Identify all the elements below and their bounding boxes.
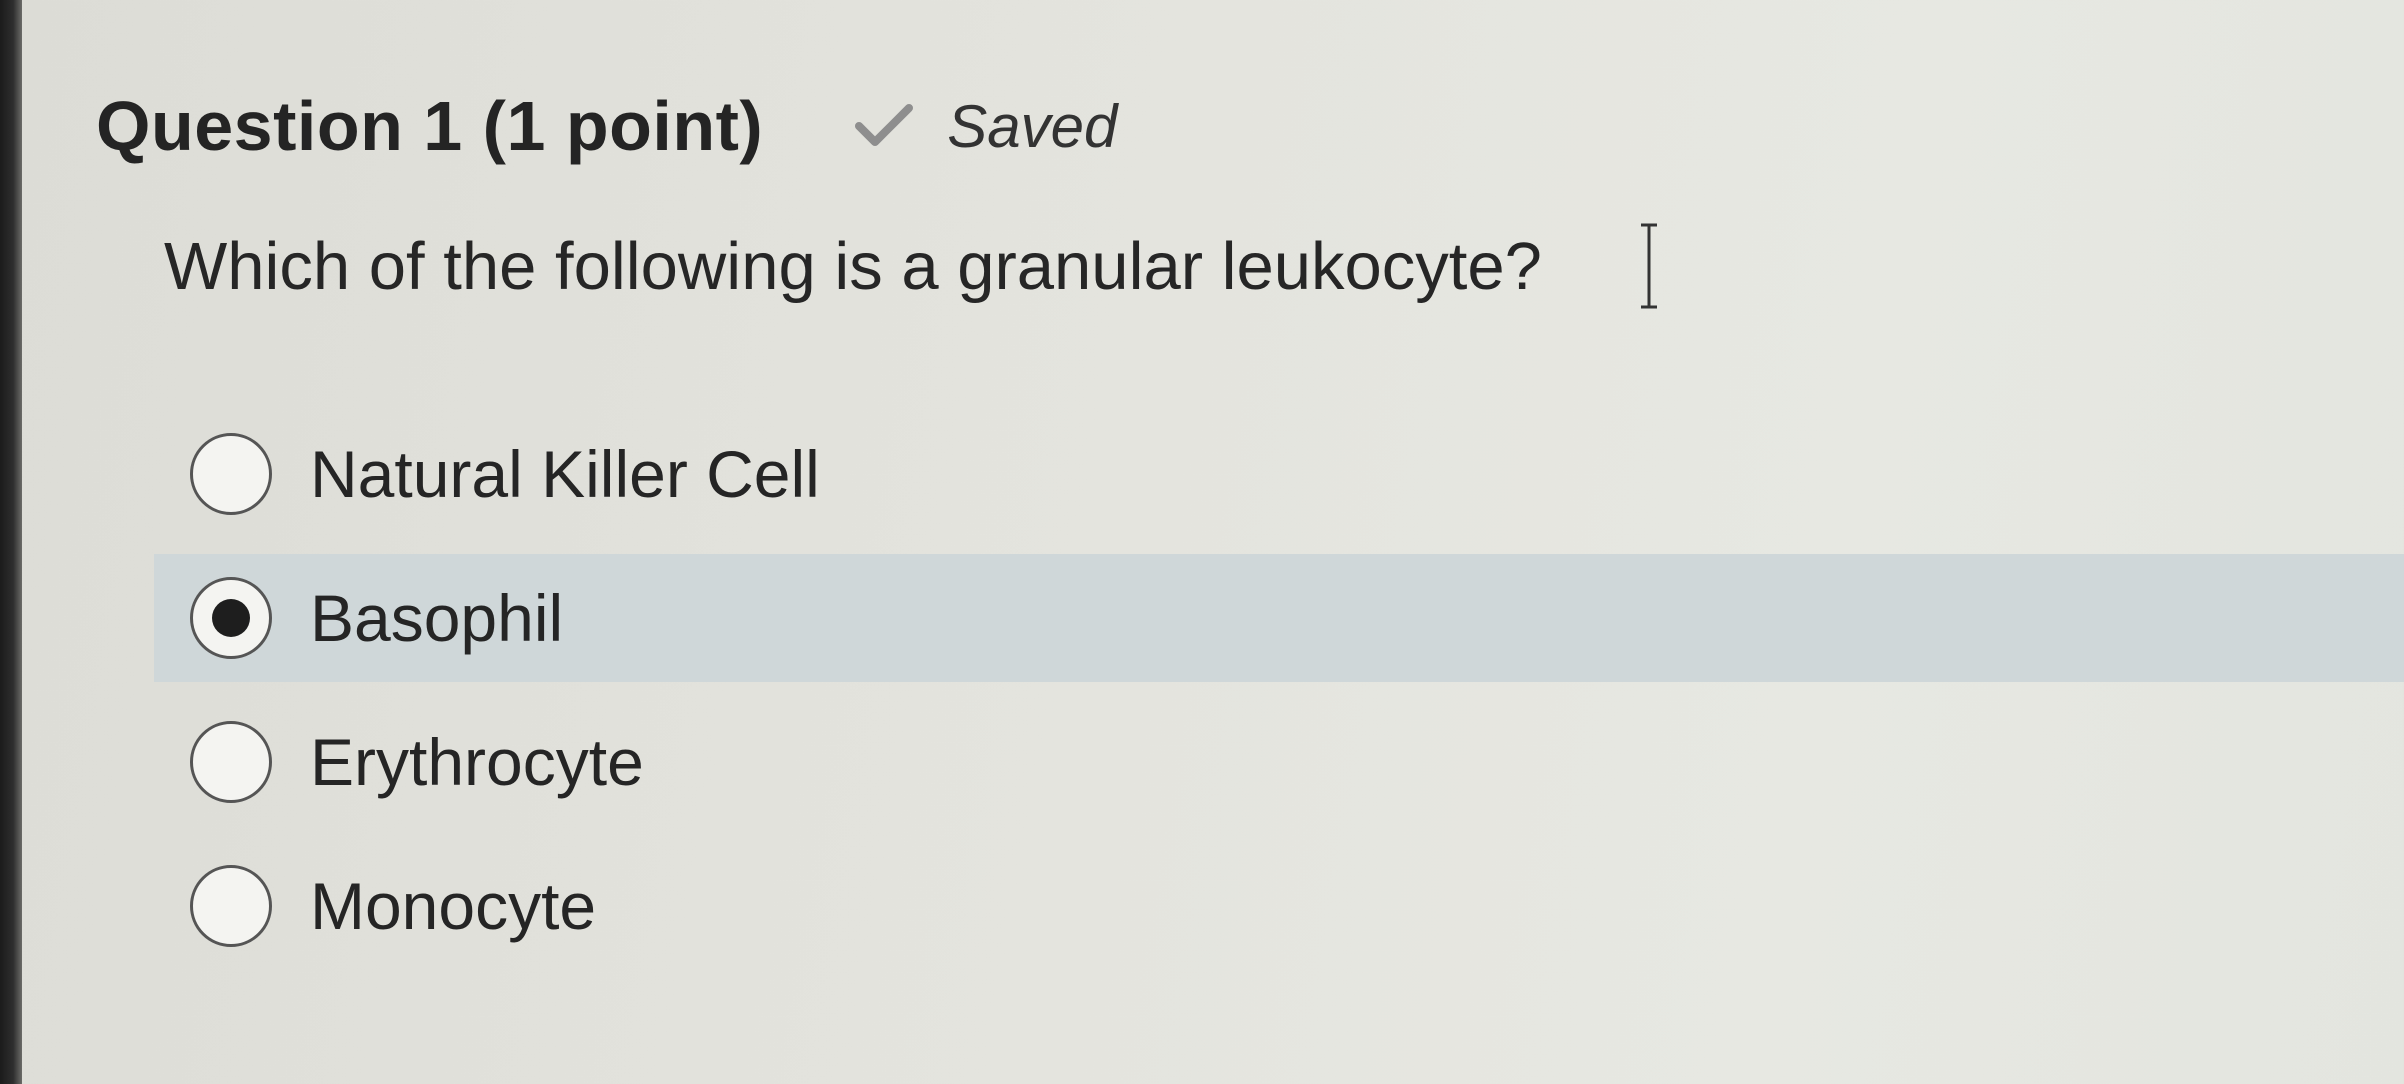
question-header: Question 1 (1 point) Saved — [96, 78, 1117, 174]
saved-label: Saved — [947, 92, 1118, 160]
question-text: Which of the following is a granular leu… — [164, 229, 1542, 304]
radio-button[interactable] — [190, 721, 272, 803]
option-label[interactable]: Basophil — [310, 580, 563, 656]
answer-options: Natural Killer Cell Basophil Erythrocyte… — [154, 410, 2404, 986]
radio-button-selected[interactable] — [190, 577, 272, 659]
text-cursor-icon — [1638, 222, 1660, 310]
saved-status: Saved — [855, 92, 1117, 161]
option-label[interactable]: Erythrocyte — [310, 724, 644, 800]
question-title: Question 1 (1 point) — [96, 87, 764, 165]
option-label[interactable]: Natural Killer Cell — [310, 436, 820, 512]
option-erythrocyte[interactable]: Erythrocyte — [160, 698, 2404, 826]
check-icon — [855, 104, 914, 148]
option-basophil[interactable]: Basophil — [154, 554, 2404, 682]
option-label[interactable]: Monocyte — [310, 868, 596, 944]
window-edge — [0, 0, 22, 1084]
question-card: Question 1 (1 point) Saved Which of the … — [22, 0, 2404, 1084]
radio-button[interactable] — [190, 865, 272, 947]
option-monocyte[interactable]: Monocyte — [160, 842, 2404, 970]
radio-button[interactable] — [190, 433, 272, 515]
option-natural-killer-cell[interactable]: Natural Killer Cell — [160, 410, 2404, 538]
